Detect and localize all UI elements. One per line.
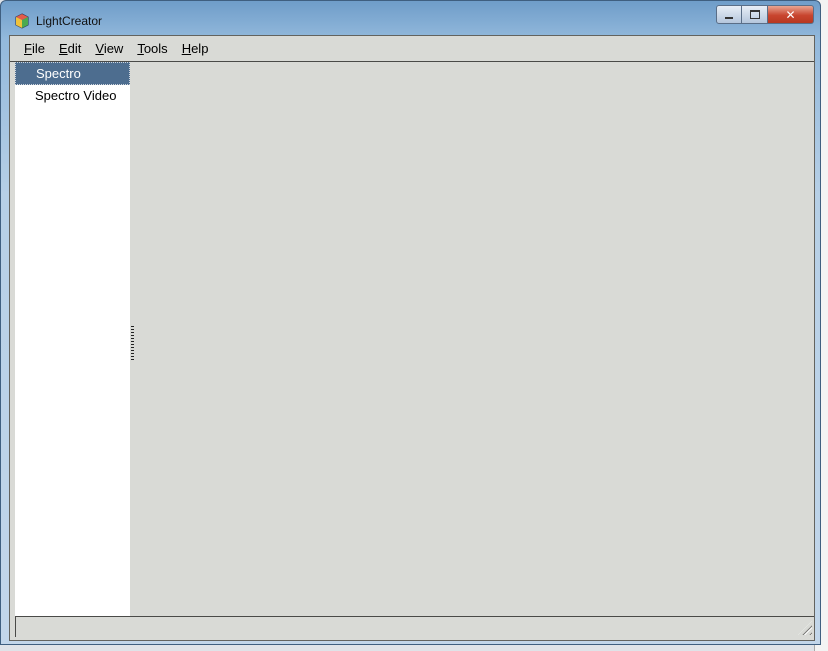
title-bar[interactable]: LightCreator ✕ <box>1 1 820 35</box>
splitter-handle[interactable] <box>131 326 134 360</box>
minimize-icon <box>725 16 733 19</box>
close-icon: ✕ <box>785 7 796 22</box>
status-bar <box>15 616 814 637</box>
menu-bar: File Edit View Tools Help <box>10 36 814 62</box>
minimize-button[interactable] <box>716 5 742 24</box>
caption-buttons: ✕ <box>716 5 814 25</box>
menu-tools[interactable]: Tools <box>130 36 174 61</box>
sidebar-item-spectro-video[interactable]: Spectro Video <box>15 85 130 108</box>
resize-grip-icon[interactable] <box>798 621 812 635</box>
maximize-button[interactable] <box>742 5 768 24</box>
client-area: File Edit View Tools Help Spectro Spectr… <box>9 35 815 641</box>
window-title: LightCreator <box>36 14 103 28</box>
content-pane <box>130 62 814 618</box>
cube-app-icon <box>15 13 29 29</box>
close-button[interactable]: ✕ <box>768 5 814 24</box>
menu-help[interactable]: Help <box>175 36 216 61</box>
menu-view[interactable]: View <box>88 36 130 61</box>
main-window: LightCreator ✕ File Edit View Tools Help… <box>0 0 821 645</box>
menu-edit[interactable]: Edit <box>52 36 88 61</box>
sidebar-item-spectro[interactable]: Spectro <box>15 62 130 85</box>
maximize-icon <box>749 10 760 19</box>
sidebar-list[interactable]: Spectro Spectro Video <box>15 62 130 618</box>
menu-file[interactable]: File <box>10 36 52 61</box>
